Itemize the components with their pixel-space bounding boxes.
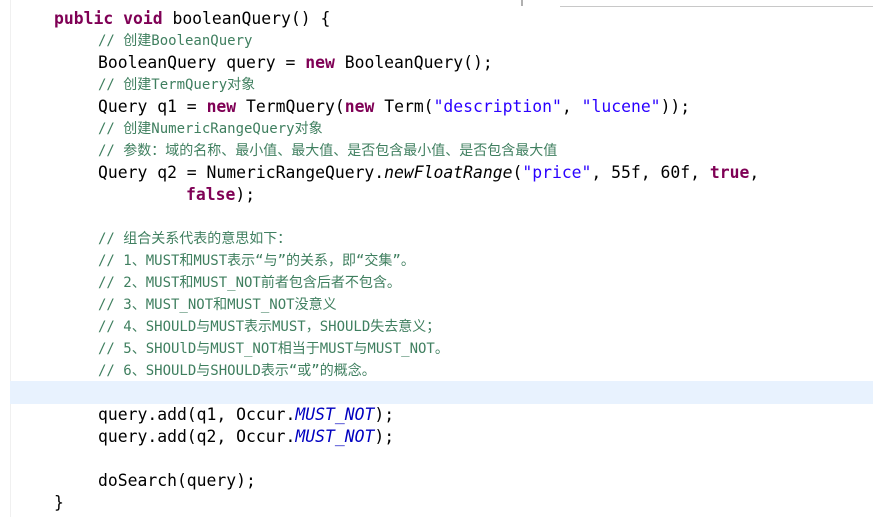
code-token: true (709, 163, 750, 182)
code-line[interactable] (54, 382, 873, 404)
code-token: // 6、SHOULD与SHOULD表示“或”的概念。 (98, 363, 376, 379)
code-line[interactable]: BooleanQuery query = new BooleanQuery(); (54, 52, 873, 74)
code-token: BooleanQuery(); (334, 53, 493, 72)
editor-gutter (0, 0, 11, 517)
code-line[interactable]: query.add(q2, Occur.MUST_NOT); (54, 426, 873, 448)
code-token: false (186, 185, 236, 204)
code-editor[interactable]: public void booleanQuery() { // 创建Boolean… (54, 8, 873, 514)
code-token: void (123, 9, 163, 28)
code-token: booleanQuery() { (162, 9, 331, 28)
code-token: MUST_NOT (295, 405, 375, 424)
code-line[interactable]: Query q2 = NumericRangeQuery.newFloatRan… (54, 162, 873, 184)
code-token: new (206, 97, 237, 116)
code-line[interactable]: // 创建NumericRangeQuery对象 (54, 118, 873, 140)
code-token: ); (235, 185, 256, 204)
code-line[interactable]: // 6、SHOULD与SHOULD表示“或”的概念。 (54, 360, 873, 382)
code-token: , (749, 163, 760, 182)
code-token: // 创建NumericRangeQuery对象 (98, 121, 323, 137)
code-line[interactable]: // 2、MUST和MUST_NOT前者包含后者不包含。 (54, 272, 873, 294)
code-line[interactable]: // 创建TermQuery对象 (54, 74, 873, 96)
code-token: new (305, 53, 335, 72)
code-token: , 55f, 60f, (591, 163, 710, 182)
code-line[interactable]: query.add(q1, Occur.MUST_NOT); (54, 404, 873, 426)
code-line[interactable]: // 参数：域的名称、最小值、最大值、是否包含最小值、是否包含最大值 (54, 140, 873, 162)
code-line[interactable]: // 创建BooleanQuery (54, 30, 873, 52)
code-token: // 组合关系代表的意思如下： (98, 231, 292, 247)
code-token: BooleanQuery query = (98, 53, 306, 72)
code-line[interactable]: public void booleanQuery() { (54, 8, 873, 30)
code-token: new (344, 97, 375, 116)
code-line[interactable]: } (54, 492, 873, 514)
code-token: , (561, 97, 582, 116)
code-token: // 创建BooleanQuery (98, 33, 253, 49)
code-line[interactable]: // 3、MUST_NOT和MUST_NOT没意义 (54, 294, 873, 316)
code-token: query.add(q2, Occur. (98, 427, 296, 446)
code-line[interactable]: // 5、SHOUlD与MUST_NOT相当于MUST与MUST_NOT。 (54, 338, 873, 360)
code-line[interactable]: doSearch(query); (54, 470, 873, 492)
code-token: Term( (374, 97, 434, 116)
code-token: // 4、SHOULD与MUST表示MUST，SHOULD失去意义； (98, 319, 441, 335)
code-token: "price" (522, 163, 592, 182)
code-token: newFloatRange (384, 163, 513, 182)
code-token: ( (512, 163, 523, 182)
code-token: // 2、MUST和MUST_NOT前者包含后者不包含。 (98, 275, 401, 291)
editor-top-border (560, 0, 873, 7)
code-token: "lucene" (581, 97, 661, 116)
overview-ruler-mark (521, 0, 523, 6)
code-token: // 创建TermQuery对象 (98, 77, 256, 93)
code-token: MUST_NOT (295, 427, 375, 446)
code-token: Query q1 = (98, 97, 207, 116)
code-token: // 5、SHOUlD与MUST_NOT相当于MUST与MUST_NOT。 (98, 341, 449, 357)
code-token: TermQuery( (236, 97, 345, 116)
code-token: public (54, 9, 114, 28)
code-line[interactable] (54, 448, 873, 470)
code-line[interactable]: false); (54, 184, 873, 206)
code-token: )); (660, 97, 691, 116)
code-line[interactable]: Query q1 = new TermQuery(new Term("descr… (54, 96, 873, 118)
code-line[interactable]: // 组合关系代表的意思如下： (54, 228, 873, 250)
code-token: ); (374, 427, 395, 446)
code-token: Query q2 = NumericRangeQuery. (98, 163, 385, 182)
code-token: // 3、MUST_NOT和MUST_NOT没意义 (98, 297, 337, 313)
code-token: ); (374, 405, 395, 424)
code-token: } (54, 493, 64, 512)
code-line[interactable] (54, 206, 873, 228)
code-token: // 1、MUST和MUST表示“与”的关系，即“交集”。 (98, 253, 415, 269)
code-line[interactable]: // 1、MUST和MUST表示“与”的关系，即“交集”。 (54, 250, 873, 272)
code-token: // 参数：域的名称、最小值、最大值、是否包含最小值、是否包含最大值 (98, 143, 558, 159)
code-token: "description" (433, 97, 562, 116)
code-line[interactable]: // 4、SHOULD与MUST表示MUST，SHOULD失去意义； (54, 316, 873, 338)
code-token: doSearch(query); (98, 471, 256, 490)
code-token: query.add(q1, Occur. (98, 405, 296, 424)
